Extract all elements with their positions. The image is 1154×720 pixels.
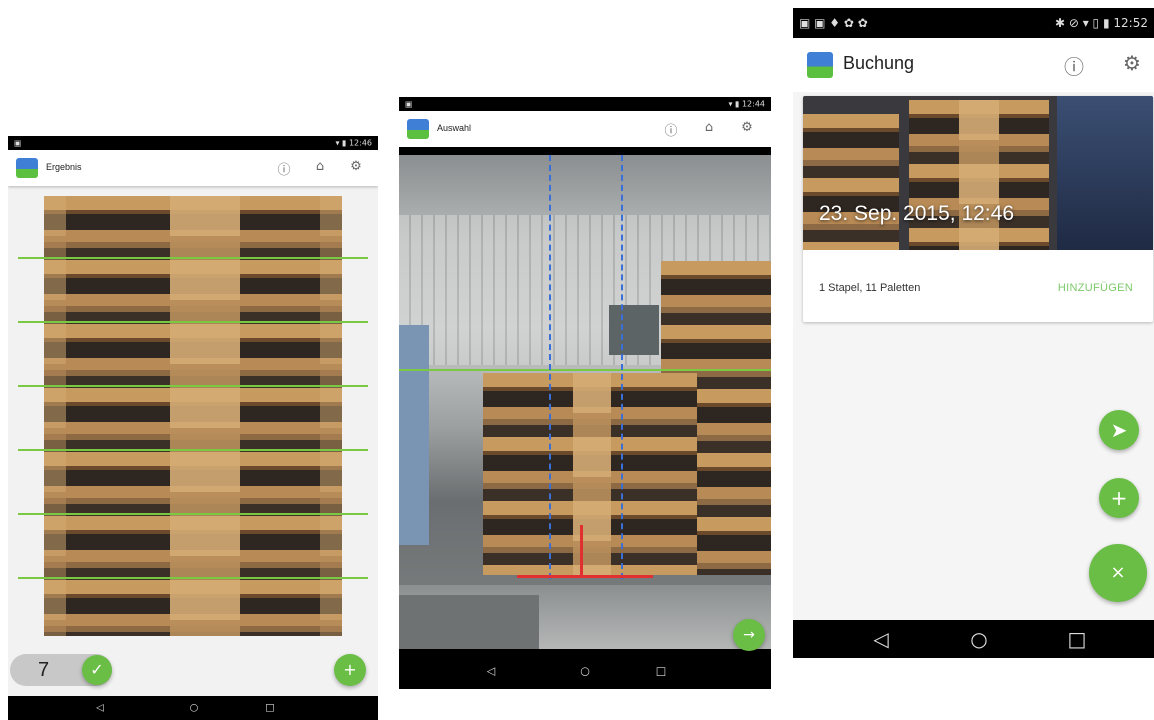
status-bar: ▣ ▾ ▮ 12:46 (8, 136, 378, 150)
layer-line (18, 577, 368, 579)
screen-auswahl: ▣ ▾ ▮ 12:44 Auswahl ⓘ ⌂ ⚙ → ◁ ○ □ (399, 97, 771, 689)
notification-icons: ▣ ▣ ♦ ✿ ✿ (799, 16, 868, 30)
nav-bar: ◁ ○ □ (8, 696, 378, 720)
app-bar: Ergebnis ⓘ ⌂ ⚙ (8, 150, 378, 186)
page-title: Ergebnis (46, 162, 82, 172)
count-stepper[interactable]: 7 ✓ (10, 654, 112, 686)
back-icon[interactable]: ◁ (487, 665, 495, 678)
gear-icon[interactable]: ⚙ (1121, 51, 1143, 75)
count-value: 7 (38, 659, 50, 681)
nav-bar: ◁ ○ □ (793, 620, 1154, 658)
nav-bar: ◁ ○ □ (399, 653, 771, 689)
stack-photo: 23. Sep. 2015, 12:46 (803, 96, 1153, 250)
info-icon[interactable]: ⓘ (1063, 51, 1085, 80)
camera-view (399, 155, 771, 649)
app-bar: Buchung ⓘ ⚙ (793, 38, 1154, 92)
recents-icon[interactable]: □ (1068, 627, 1087, 651)
layer-line (18, 449, 368, 451)
notification-icon: ▣ (405, 99, 413, 109)
page-title: Buchung (843, 53, 915, 73)
gear-icon[interactable]: ⚙ (739, 120, 755, 135)
home-icon[interactable]: ⌂ (312, 159, 328, 174)
screen-ergebnis: ▣ ▾ ▮ 12:46 Ergebnis ⓘ ⌂ ⚙ 7 ✓ + ◁ ○ □ (8, 136, 378, 720)
booking-card[interactable]: 23. Sep. 2015, 12:46 1 Stapel, 11 Palett… (803, 96, 1153, 322)
center-marker[interactable] (580, 525, 583, 577)
status-time: 12:52 (1113, 16, 1148, 30)
recents-icon[interactable]: □ (265, 703, 274, 714)
pallet-stack-photo (44, 196, 342, 636)
layer-line (18, 385, 368, 387)
guide-line-left[interactable] (549, 155, 551, 579)
add-to-booking-button[interactable]: HINZUFÜGEN (1058, 282, 1133, 294)
add-button[interactable]: + (1099, 478, 1139, 518)
next-button[interactable]: → (733, 619, 765, 651)
base-line[interactable] (517, 575, 653, 578)
home-nav-icon[interactable]: ○ (580, 665, 590, 678)
home-nav-icon[interactable]: ○ (970, 627, 987, 651)
gear-icon[interactable]: ⚙ (348, 159, 364, 174)
top-layer-line (399, 369, 771, 371)
check-icon[interactable]: ✓ (82, 655, 112, 685)
app-bar: Auswahl ⓘ ⌂ ⚙ (399, 111, 771, 147)
app-logo (407, 119, 429, 139)
back-icon[interactable]: ◁ (96, 703, 104, 714)
home-nav-icon[interactable]: ○ (190, 703, 199, 714)
close-button[interactable]: × (1089, 544, 1147, 602)
status-bar: ▣ ▾ ▮ 12:44 (399, 97, 771, 111)
layer-line (18, 513, 368, 515)
screen-buchung: ▣ ▣ ♦ ✿ ✿ ✱ ⊘ ▾ ▯ ▮ 12:52 Buchung ⓘ ⚙ 23… (793, 8, 1154, 658)
info-icon[interactable]: ⓘ (663, 120, 679, 139)
layer-line (18, 257, 368, 259)
recents-icon[interactable]: □ (656, 665, 666, 678)
status-icons: ▾ ▮ 12:44 (728, 99, 765, 109)
home-icon[interactable]: ⌂ (701, 120, 717, 135)
app-logo (807, 52, 833, 78)
send-button[interactable]: ➤ (1099, 410, 1139, 450)
add-button[interactable]: + (334, 654, 366, 686)
status-icons: ✱ ⊘ ▾ ▯ ▮ 12:52 (1054, 16, 1148, 30)
info-icon[interactable]: ⓘ (276, 159, 292, 178)
page-title: Auswahl (437, 123, 472, 133)
layer-line (18, 321, 368, 323)
pallet-stack-selected (483, 373, 697, 575)
guide-line-right[interactable] (621, 155, 623, 579)
back-icon[interactable]: ◁ (873, 627, 888, 651)
card-summary: 1 Stapel, 11 Paletten (819, 282, 921, 294)
app-logo (16, 158, 38, 178)
notification-icon: ▣ (14, 138, 22, 148)
status-bar: ▣ ▣ ♦ ✿ ✿ ✱ ⊘ ▾ ▯ ▮ 12:52 (793, 8, 1154, 38)
photo-caption: 23. Sep. 2015, 12:46 (819, 202, 1014, 225)
status-icons: ▾ ▮ 12:46 (335, 138, 372, 148)
